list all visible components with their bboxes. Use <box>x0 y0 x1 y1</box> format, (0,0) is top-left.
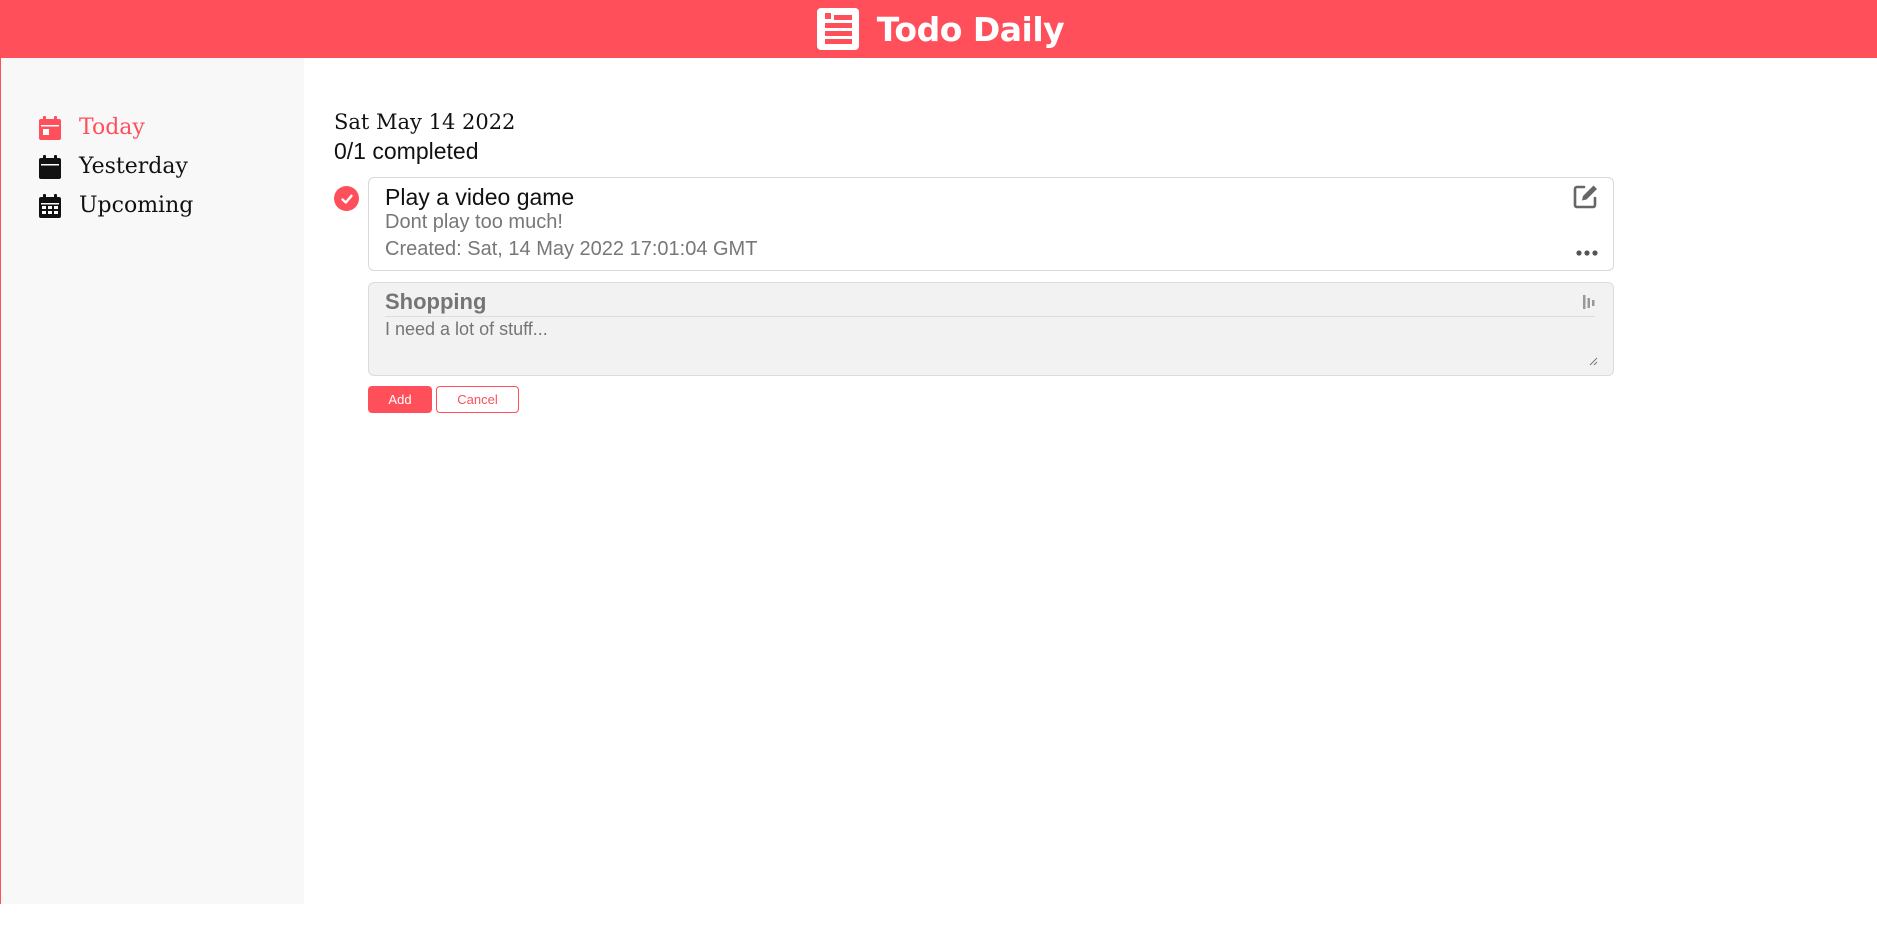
sidebar-item-label: Yesterday <box>79 154 188 179</box>
list-icon <box>816 8 859 50</box>
todo-created-date: Created: Sat, 14 May 2022 17:01:04 GMT <box>385 238 758 260</box>
sidebar-item-label: Upcoming <box>79 193 194 218</box>
todo-title: Play a video game <box>385 184 575 210</box>
calendar-icon <box>39 154 61 179</box>
todo-item: Play a video game Dont play too much! Cr… <box>368 177 1614 271</box>
new-todo-description-input[interactable] <box>385 318 1595 370</box>
sidebar-item-yesterday[interactable]: Yesterday <box>39 147 304 186</box>
complete-todo-button[interactable] <box>334 186 359 211</box>
sidebar-item-today[interactable]: Today <box>39 108 304 147</box>
page-title: Sat May 14 2022 <box>334 110 516 134</box>
sidebar-nav: Today Yesterday Upcoming <box>1 58 304 225</box>
edit-todo-button[interactable] <box>1573 183 1599 209</box>
brand: Todo Daily <box>816 8 1065 50</box>
cancel-button[interactable]: Cancel <box>436 386 519 413</box>
check-icon <box>340 194 353 204</box>
sidebar-item-label: Today <box>79 115 145 140</box>
more-horizontal-icon <box>1576 250 1598 256</box>
form-actions: Add Cancel <box>368 386 519 413</box>
sidebar: Today Yesterday Upcoming <box>0 58 304 904</box>
app-header: Todo Daily <box>0 0 1877 58</box>
todo-description: Dont play too much! <box>385 211 563 233</box>
new-todo-title-input[interactable] <box>385 287 1595 317</box>
grip-icon <box>1583 294 1595 310</box>
add-button[interactable]: Add <box>368 386 432 413</box>
new-todo-form <box>368 282 1614 376</box>
calendar-grid-icon <box>39 193 61 218</box>
sidebar-item-upcoming[interactable]: Upcoming <box>39 186 304 225</box>
more-options-button[interactable] <box>1575 248 1599 258</box>
completion-count: 0/1 completed <box>334 138 479 164</box>
app-title: Todo Daily <box>876 9 1065 49</box>
edit-icon <box>1573 185 1597 209</box>
resize-handle-icon[interactable] <box>1589 357 1598 366</box>
calendar-day-icon <box>39 115 61 140</box>
